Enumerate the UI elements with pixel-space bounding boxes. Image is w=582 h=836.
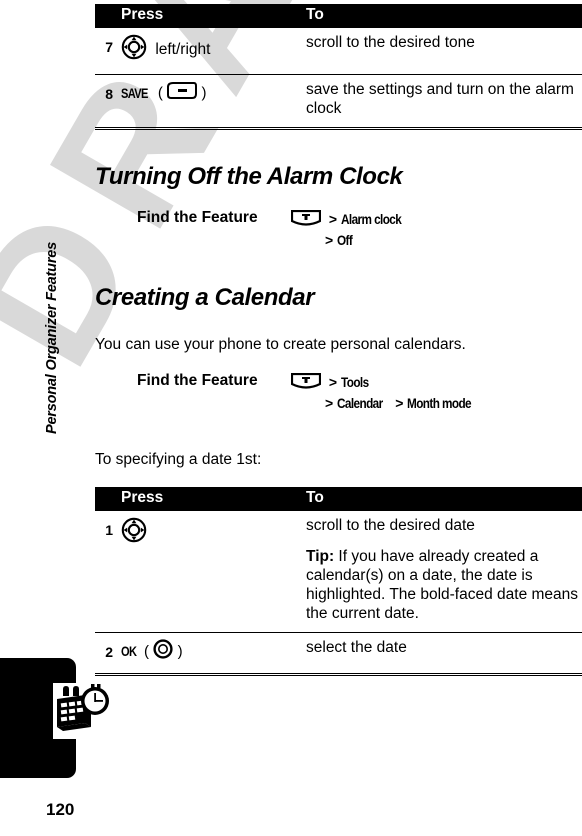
step-to-text: select the date xyxy=(306,639,407,656)
step-press-cell xyxy=(117,511,300,633)
page-content: Press To 7 left/right scroll to the desi… xyxy=(95,0,582,836)
step-tip: Tip: If you have already created a calen… xyxy=(306,547,582,623)
step-number: 7 xyxy=(95,28,117,75)
procedure-table-alarm: Press To 7 left/right scroll to the desi… xyxy=(95,4,582,130)
procedure-table-calendar: Press To 1 scroll to the desired date Ti… xyxy=(95,487,582,676)
table-row: 7 left/right scroll to the desired tone xyxy=(95,28,582,75)
paren-close: ) xyxy=(201,84,207,102)
table-header-press: Press xyxy=(117,4,300,28)
paren-open: ( xyxy=(157,84,163,102)
step-to-text: save the settings and turn on the alarm … xyxy=(306,81,574,117)
chapter-sidebar: Personal Organizer Features xyxy=(0,0,113,836)
table-row: 8 SAVE ( ) save the settings and turn on… xyxy=(95,74,582,130)
find-the-feature-label: Find the Feature xyxy=(137,372,258,389)
ok-key-icon xyxy=(153,639,173,664)
step-number: 1 xyxy=(95,511,117,633)
menu-path-item: Calendar xyxy=(337,395,383,411)
navigation-key-icon xyxy=(121,34,147,65)
table-header-number xyxy=(95,487,117,511)
paren-close: ) xyxy=(177,643,183,660)
tip-text: If you have already created a calendar(s… xyxy=(306,548,579,622)
step-to-cell: select the date xyxy=(300,632,582,676)
section-intro-calendar: You can use your phone to create persona… xyxy=(95,336,466,353)
step-press-text: left/right xyxy=(155,41,211,58)
menu-path-line: > Tools xyxy=(290,372,484,394)
step-to-cell: save the settings and turn on the alarm … xyxy=(300,74,582,130)
table-row: 2 OK ( ) select the date xyxy=(95,632,582,676)
step-to-cell: scroll to the desired tone xyxy=(300,28,582,75)
find-the-feature-label: Find the Feature xyxy=(137,209,258,226)
step-press-cell: SAVE ( ) xyxy=(117,74,300,130)
table-header-to: To xyxy=(300,4,582,28)
table-header-to: To xyxy=(300,487,582,511)
menu-path-line: > Off xyxy=(291,231,413,250)
section-heading-alarm: Turning Off the Alarm Clock xyxy=(95,163,403,190)
step-to-text: scroll to the desired tone xyxy=(306,34,475,51)
path-separator: > xyxy=(325,232,334,248)
path-separator: > xyxy=(325,395,334,411)
step-number: 2 xyxy=(95,632,117,676)
step-to-cell: scroll to the desired date Tip: If you h… xyxy=(300,511,582,633)
section-heading-calendar: Creating a Calendar xyxy=(95,284,315,311)
calendar-clock-icon xyxy=(53,683,113,739)
softkey-label: OK xyxy=(121,644,137,659)
table-header-row: Press To xyxy=(95,487,582,511)
path-separator: > xyxy=(395,395,404,411)
step-press-cell: OK ( ) xyxy=(117,632,300,676)
path-separator: > xyxy=(328,211,338,228)
chapter-title-vertical: Personal Organizer Features xyxy=(44,241,60,435)
menu-key-icon xyxy=(290,372,325,392)
soft-key-icon xyxy=(167,81,198,105)
step-to-text: scroll to the desired date xyxy=(306,517,475,534)
section-subintro-calendar: To specifying a date 1st: xyxy=(95,451,262,468)
menu-path-item: Alarm clock xyxy=(340,211,402,228)
menu-path-item: Month mode xyxy=(407,395,472,411)
softkey-label: SAVE xyxy=(121,85,148,101)
tip-label: Tip: xyxy=(306,548,335,565)
find-the-feature-calendar: Find the Feature > Tools > Calendar > Mo… xyxy=(95,372,484,413)
menu-key-icon xyxy=(290,209,325,229)
menu-path-line: > Calendar > Month mode xyxy=(291,394,484,413)
menu-path-alarm: > Alarm clock > Off xyxy=(290,209,413,250)
menu-path-item: Off xyxy=(337,232,353,248)
menu-path-calendar: > Tools > Calendar > Month mode xyxy=(290,372,484,413)
paren-open: ( xyxy=(143,643,149,660)
step-number: 8 xyxy=(95,74,117,130)
table-header-number xyxy=(95,4,117,28)
find-the-feature-alarm: Find the Feature > Alarm clock > Off xyxy=(95,209,413,250)
table-row: 1 scroll to the desired date Tip: If you… xyxy=(95,511,582,633)
table-header-row: Press To xyxy=(95,4,582,28)
table-header-press: Press xyxy=(117,487,300,511)
menu-path-item: Tools xyxy=(340,374,369,391)
step-press-cell: left/right xyxy=(117,28,300,75)
menu-path-line: > Alarm clock xyxy=(290,209,413,231)
page-number: 120 xyxy=(46,800,75,819)
path-separator: > xyxy=(328,374,338,391)
navigation-key-icon xyxy=(121,517,147,548)
